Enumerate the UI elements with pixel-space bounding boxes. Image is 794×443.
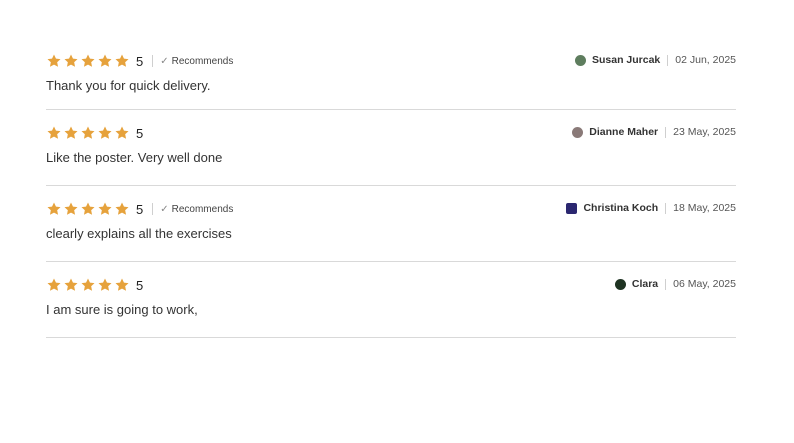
review-meta: Susan Jurcak 02 Jun, 2025 [574,54,736,66]
rating-score: 5 [136,201,144,217]
avatar[interactable] [574,54,586,66]
recommends-label: Recommends [171,203,234,215]
review-meta: Christina Koch 18 May, 2025 [566,202,736,214]
rating-row: 5 ✓ Recommends [46,200,233,218]
review-item: 5 Like the poster. Very well done Dianne… [46,110,736,186]
star-rating [46,201,130,217]
recommends-label: Recommends [171,55,234,67]
star-icon [98,54,112,67]
star-icon [115,202,129,215]
author-name[interactable]: Clara [632,278,658,290]
author-name[interactable]: Susan Jurcak [592,54,660,66]
check-icon: ✓ [160,203,169,215]
star-icon [115,278,129,291]
star-icon [98,126,112,139]
recommends-badge: ✓ Recommends [160,56,233,67]
star-icon [47,54,61,67]
author-name[interactable]: Christina Koch [583,202,658,214]
rating-row: 5 [46,124,143,142]
review-date: 23 May, 2025 [673,126,736,138]
star-icon [98,278,112,291]
star-icon [81,54,95,67]
review-comment: I am sure is going to work, [46,302,198,317]
review-item: 5 ✓ Recommends Thank you for quick deliv… [46,38,736,110]
check-icon: ✓ [160,55,169,67]
star-icon [64,278,78,291]
avatar[interactable] [614,278,626,290]
star-icon [81,126,95,139]
star-icon [81,202,95,215]
review-item: 5 I am sure is going to work, Clara 06 M… [46,262,736,338]
star-icon [115,126,129,139]
recommends-badge: ✓ Recommends [160,204,233,215]
star-icon [64,202,78,215]
star-icon [81,278,95,291]
review-comment: Like the poster. Very well done [46,150,223,165]
rating-score: 5 [136,53,144,69]
star-icon [47,126,61,139]
review-comment: Thank you for quick delivery. [46,78,211,93]
review-meta: Clara 06 May, 2025 [614,278,736,290]
review-date: 06 May, 2025 [673,278,736,290]
review-date: 18 May, 2025 [673,202,736,214]
divider [152,55,154,67]
star-rating [46,277,130,293]
divider [152,203,154,215]
rating-score: 5 [136,277,144,293]
star-rating [46,53,130,69]
star-icon [64,126,78,139]
divider [665,202,667,214]
rating-row: 5 ✓ Recommends [46,52,233,70]
divider [665,126,667,138]
avatar[interactable] [566,202,578,214]
review-meta: Dianne Maher 23 May, 2025 [572,126,736,138]
star-icon [47,202,61,215]
rating-score: 5 [136,125,144,141]
star-icon [64,54,78,67]
avatar[interactable] [572,126,584,138]
divider [665,278,667,290]
review-date: 02 Jun, 2025 [675,54,736,66]
star-rating [46,125,130,141]
star-icon [115,54,129,67]
divider [667,54,669,66]
rating-row: 5 [46,276,143,294]
review-item: 5 ✓ Recommends clearly explains all the … [46,186,736,262]
star-icon [47,278,61,291]
author-name[interactable]: Dianne Maher [589,126,658,138]
star-icon [98,202,112,215]
reviews-list: 5 ✓ Recommends Thank you for quick deliv… [46,38,736,338]
review-comment: clearly explains all the exercises [46,226,232,241]
